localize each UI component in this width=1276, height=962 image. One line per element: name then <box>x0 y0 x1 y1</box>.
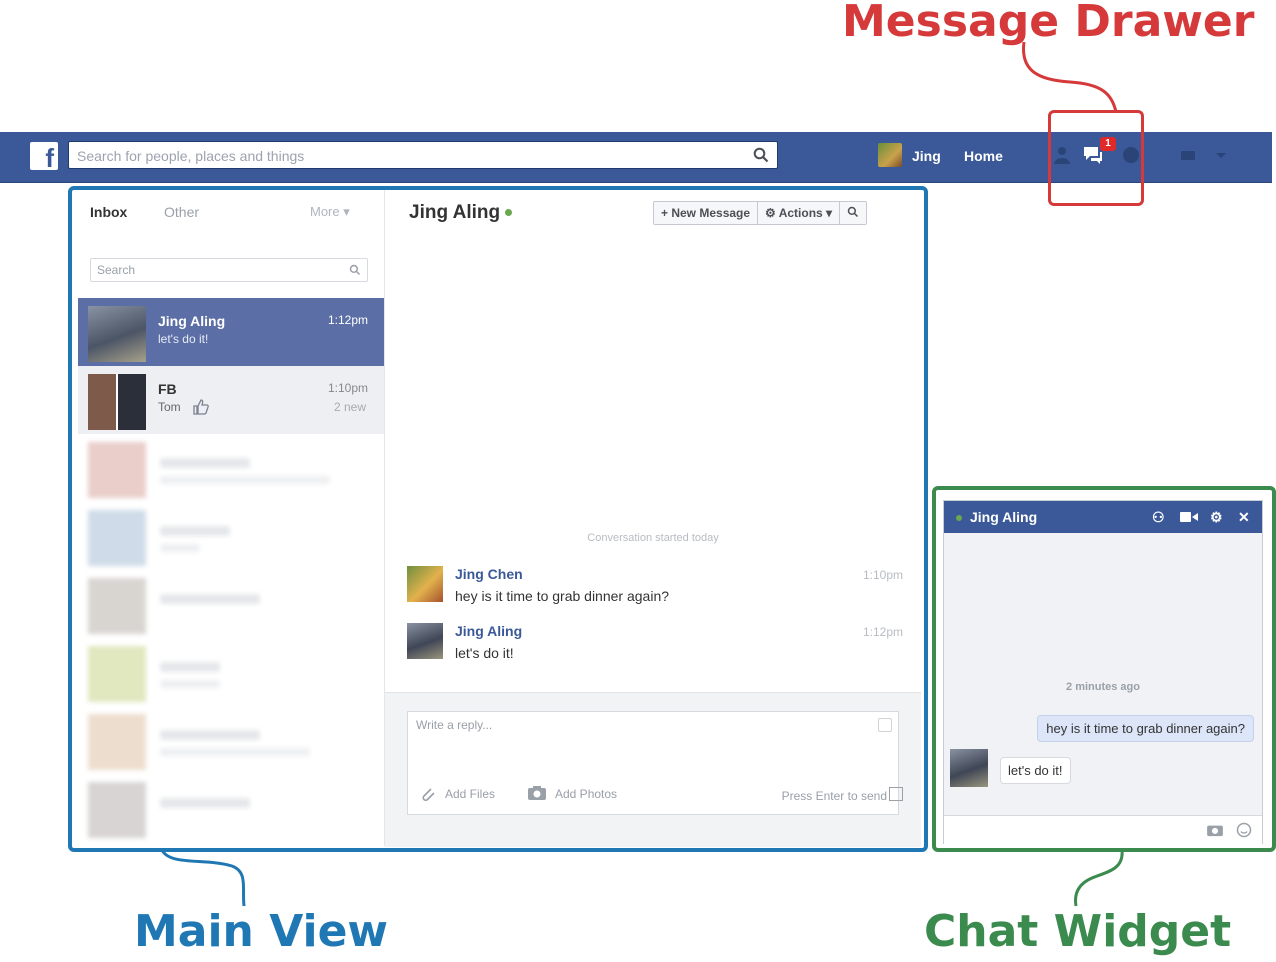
chevron-down-icon[interactable] <box>1210 144 1232 166</box>
nav-user-name[interactable]: Jing <box>912 148 941 164</box>
annotation-frame-message-drawer <box>1048 110 1144 206</box>
annotation-chat-widget: Chat Widget <box>924 906 1232 957</box>
facebook-logo[interactable]: f <box>30 142 58 170</box>
user-avatar[interactable] <box>878 143 902 167</box>
privacy-shortcuts-icon[interactable] <box>1178 144 1200 166</box>
annotation-frame-chat-widget <box>932 486 1276 852</box>
annotation-connector-red <box>1022 42 1118 113</box>
annotation-connector-blue <box>160 849 246 907</box>
annotation-main-view: Main View <box>134 906 389 957</box>
global-search-input[interactable]: Search for people, places and things <box>68 141 778 169</box>
search-placeholder: Search for people, places and things <box>77 148 305 164</box>
nav-home-link[interactable]: Home <box>964 148 1003 164</box>
annotation-frame-main-view <box>68 186 928 852</box>
search-icon[interactable] <box>753 147 769 163</box>
annotation-connector-green <box>1074 849 1124 907</box>
annotation-message-drawer: Message Drawer <box>842 0 1255 47</box>
